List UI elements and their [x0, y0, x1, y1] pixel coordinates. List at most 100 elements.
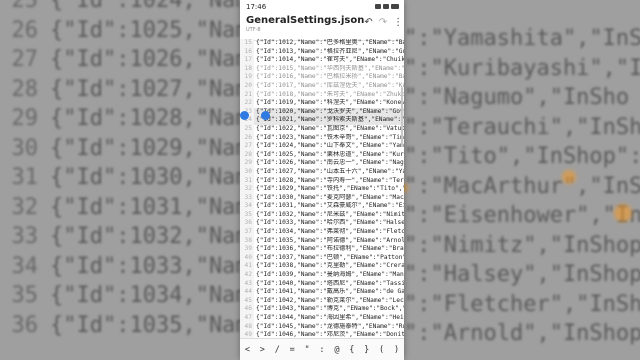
code-text: {"Id":1021,"Name":"罗科索夫斯基","EName":"Roko…	[256, 116, 404, 124]
code-line[interactable]: 31{"Id":1028,"Name":"寺内寿一","EName":"Tera…	[240, 176, 404, 186]
code-text: {"Id":1041,"Name":"戴高乐","EName":"de Gaul…	[256, 288, 404, 296]
line-number: 19	[240, 73, 254, 82]
code-text: {"Id":1032,"Name":"尼米兹","EName":"Nimitz"…	[256, 210, 404, 218]
symbol-key[interactable]: /	[270, 345, 285, 355]
code-line[interactable]: 27{"Id":1024,"Name":"山下奉文","EName":"Yama…	[240, 142, 404, 151]
editor-scrollbar[interactable]	[401, 87, 403, 147]
code-line[interactable]: 44 {"Id":1041,"Name":"戴高乐","EName":"de Ga…	[240, 288, 404, 297]
line-number: 39	[240, 245, 254, 254]
symbol-key[interactable]: :	[315, 345, 330, 355]
code-line[interactable]: 19{"Id":1016,"Name":"巴格拉米扬","EName":"Bag…	[240, 73, 404, 82]
line-number: 16	[240, 47, 254, 57]
phone-screen: 17:46 GeneralSettings.json UTF-8 ↶ ↷ ⋮ 1…	[240, 0, 404, 360]
line-number: 22	[240, 99, 254, 108]
signal-icon	[383, 4, 389, 9]
code-line[interactable]: 22{"Id":1019,"Name":"科涅夫","EName":"Konev…	[240, 99, 404, 108]
symbol-key[interactable]: "	[300, 345, 315, 355]
code-text: {"Id":1040,"Name":"塔西尼","EName":"Tassign…	[256, 279, 404, 287]
code-line[interactable]: 41 {"Id":1038,"Name":"克里勒","EName":"Crera…	[240, 262, 404, 272]
code-line[interactable]: 32 {"Id":1029,"Name":"铁托","EName":"Tito",…	[240, 185, 404, 194]
line-number: 27	[240, 142, 254, 151]
code-line[interactable]: 18{"Id":1015,"Name":"华西列夫斯基","EName":"Va…	[240, 64, 404, 74]
undo-icon[interactable]: ↶	[364, 17, 372, 29]
status-bar: 17:46	[240, 0, 404, 13]
code-line[interactable]: 38 {"Id":1035,"Name":"阿诺德","EName":"Arnol…	[240, 236, 404, 246]
code-line[interactable]: 39{"Id":1036,"Name":"布拉德利","EName":"Brad…	[240, 245, 404, 254]
line-number: 31	[240, 176, 254, 186]
line-number: 47	[240, 314, 254, 323]
code-line[interactable]: 33{"Id":1030,"Name":"麦克阿瑟","EName":"MacA…	[240, 193, 404, 203]
code-text: {"Id":1016,"Name":"巴格拉米扬","EName":"Bagra…	[256, 73, 404, 81]
code-editor[interactable]: 15{"Id":1012,"Name":"巴多格里奥","EName":"Bad…	[240, 39, 404, 339]
line-number: 36	[240, 219, 254, 229]
file-title-block[interactable]: GeneralSettings.json UTF-8	[246, 15, 364, 34]
wifi-icon	[375, 4, 381, 9]
code-text: {"Id":1038,"Name":"克里勒","EName":"Crerar"…	[256, 262, 404, 270]
line-number: 28	[240, 150, 254, 160]
code-text: {"Id":1017,"Name":"库兹涅佐夫","EName":"Kuzne…	[256, 81, 404, 89]
code-line[interactable]: 48{"Id":1045,"Name":"龙德施泰特","EName":"Run…	[240, 322, 404, 332]
code-line[interactable]: 25{"Id":1022,"Name":"瓦图京","EName":"Vatut…	[240, 124, 404, 134]
code-line[interactable]: 28{"Id":1025,"Name":"栗林忠道","EName":"Kuri…	[240, 150, 404, 160]
code-text: {"Id":1043,"Name":"博克","EName":"Bock","I…	[256, 305, 404, 313]
symbol-key[interactable]: <	[240, 345, 255, 355]
line-number: 40	[240, 253, 254, 263]
code-line[interactable]: 26{"Id":1023,"Name":"铁木辛哥","EName":"Timo…	[240, 133, 404, 143]
battery-icon	[391, 4, 399, 9]
symbol-key[interactable]: {	[344, 345, 359, 355]
line-number: 35	[240, 210, 254, 220]
code-text: {"Id":1044,"Name":"海因里希","EName":"Heinri…	[256, 314, 404, 321]
line-number: 38	[240, 236, 254, 246]
symbol-key[interactable]: }	[359, 345, 374, 355]
code-line[interactable]: 46 {"Id":1043,"Name":"博克","EName":"Bock",…	[240, 305, 404, 314]
code-line[interactable]: 36 {"Id":1033,"Name":"哈尔西","EName":"Halse…	[240, 219, 404, 229]
line-number: 46	[240, 305, 254, 314]
code-line[interactable]: 40 {"Id":1037,"Name":"巴顿","EName":"Patton…	[240, 253, 404, 263]
code-line[interactable]: 15{"Id":1012,"Name":"巴多格里奥","EName":"Bad…	[240, 39, 404, 48]
code-text: {"Id":1025,"Name":"栗林忠道","EName":"Kuriba…	[256, 150, 404, 158]
line-number: 41	[240, 262, 254, 272]
code-line[interactable]: 35 {"Id":1032,"Name":"尼米兹","EName":"Nimit…	[240, 210, 404, 220]
line-number: 42	[240, 271, 254, 280]
symbol-key[interactable]: >	[255, 345, 270, 355]
line-number: 29	[240, 159, 254, 168]
code-text: {"Id":1015,"Name":"华西列夫斯基","EName":"Vasi…	[256, 64, 404, 72]
code-line[interactable]: 21{"Id":1018,"Name":"朱可夫","EName":"Zhuko…	[240, 90, 404, 100]
redo-icon[interactable]: ↷	[379, 17, 387, 29]
code-line[interactable]: 43 {"Id":1040,"Name":"塔西尼","EName":"Tassi…	[240, 279, 404, 289]
symbol-key[interactable]: (	[374, 345, 389, 355]
line-number: 26	[240, 133, 254, 143]
symbol-key[interactable]: )	[389, 345, 404, 355]
overflow-menu-icon[interactable]: ⋮	[393, 17, 403, 29]
code-text: {"Id":1031,"Name":"艾森豪威尔","EName":"Eisen…	[256, 202, 404, 210]
selection-handle-end[interactable]	[261, 111, 270, 120]
code-line[interactable]: 47{"Id":1044,"Name":"海因里希","EName":"Hein…	[240, 314, 404, 323]
selection-handle-start[interactable]	[240, 111, 249, 120]
code-text: {"Id":1035,"Name":"阿诺德","EName":"Arnold"…	[256, 236, 404, 244]
code-text: {"Id":1014,"Name":"崔可夫","EName":"Chuikov…	[256, 56, 404, 64]
code-line[interactable]: 20{"Id":1017,"Name":"库兹涅佐夫","EName":"Kuz…	[240, 81, 404, 91]
code-text: {"Id":1033,"Name":"哈尔西","EName":"Halsey"…	[256, 219, 404, 227]
line-number: 25	[240, 124, 254, 134]
status-time: 17:46	[246, 2, 267, 11]
line-number: 21	[240, 90, 254, 100]
code-line[interactable]: 42{"Id":1039,"Name":"曼纳海姆","EName":"Mann…	[240, 271, 404, 280]
code-text: {"Id":1027,"Name":"山本五十六","EName":"Yamam…	[256, 167, 404, 175]
line-number: 34	[240, 202, 254, 211]
code-text: {"Id":1022,"Name":"瓦图京","EName":"Vatutin…	[256, 124, 404, 132]
code-line[interactable]: 16{"Id":1013,"Name":"格拉齐亚尼","EName":"Gra…	[240, 47, 404, 57]
code-text: {"Id":1042,"Name":"勒克莱尔","EName":"Lecler…	[256, 296, 404, 304]
code-line[interactable]: 37 {"Id":1034,"Name":"弗莱彻","EName":"Fletc…	[240, 228, 404, 237]
code-line[interactable]: 45{"Id":1042,"Name":"勒克莱尔","EName":"Lecl…	[240, 296, 404, 306]
code-line[interactable]: 29{"Id":1026,"Name":"南云忠一","EName":"Nagu…	[240, 159, 404, 168]
code-text: {"Id":1024,"Name":"山下奉文","EName":"Yamash…	[256, 142, 404, 150]
code-line[interactable]: 17 {"Id":1014,"Name":"崔可夫","EName":"Chuik…	[240, 56, 404, 65]
code-text: {"Id":1020,"Name":"戈沃罗夫","EName":"Govoro…	[256, 107, 404, 115]
code-line[interactable]: 34{"Id":1031,"Name":"艾森豪威尔","EName":"Eis…	[240, 202, 404, 211]
line-number: 48	[240, 322, 254, 332]
symbol-key[interactable]: @	[329, 345, 344, 355]
symbol-key[interactable]: =	[285, 345, 300, 355]
orange-marker	[614, 204, 632, 222]
code-text: {"Id":1019,"Name":"科涅夫","EName":"Konev",…	[256, 99, 404, 107]
code-line[interactable]: 30{"Id":1027,"Name":"山本五十六","EName":"Yam…	[240, 167, 404, 177]
